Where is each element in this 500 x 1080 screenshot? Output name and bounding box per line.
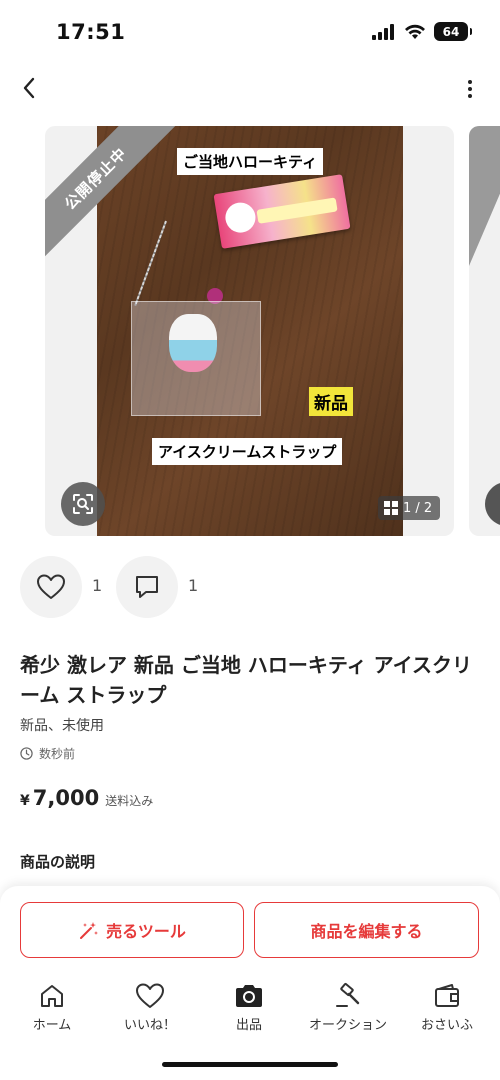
nav-bar bbox=[0, 66, 500, 110]
wifi-icon bbox=[405, 24, 425, 39]
photo-card[interactable]: ご当地ハローキティ 新品 アイスクリームストラップ 公開停止中 1 / 2 bbox=[45, 126, 454, 536]
status-bar: 17:51 64 bbox=[0, 0, 500, 60]
action-panel: 売るツール 商品を編集する ホーム いいね！ 出品 オークション おさいふ bbox=[0, 886, 500, 1080]
tab-sell[interactable]: 出品 bbox=[199, 980, 299, 1040]
shipping-note: 送料込み bbox=[105, 794, 154, 808]
image-search-icon bbox=[73, 494, 93, 514]
next-photo-card[interactable] bbox=[469, 126, 500, 536]
comment-count: 1 bbox=[188, 576, 199, 595]
back-button[interactable] bbox=[14, 72, 44, 104]
comment-button[interactable] bbox=[116, 556, 178, 618]
tab-wallet-label: おさいふ bbox=[420, 1018, 473, 1033]
image-search-button[interactable] bbox=[61, 482, 105, 526]
tab-auction-label: オークション bbox=[308, 1018, 387, 1033]
tab-likes[interactable]: いいね！ bbox=[100, 980, 200, 1040]
gavel-icon bbox=[336, 983, 360, 1007]
charm-figure bbox=[169, 314, 217, 372]
cellular-signal-icon bbox=[372, 23, 394, 40]
wallet-icon bbox=[435, 984, 459, 1007]
sell-tool-label: 売るツール bbox=[106, 922, 186, 941]
price-value: 7,000 bbox=[32, 786, 100, 810]
camera-icon bbox=[236, 985, 262, 1007]
tab-likes-label: いいね！ bbox=[123, 1018, 176, 1033]
heart-icon bbox=[136, 983, 164, 1008]
comment-icon bbox=[136, 576, 158, 598]
edit-item-label: 商品を編集する bbox=[310, 922, 423, 941]
posted-time: 数秒前 bbox=[20, 745, 75, 762]
sell-tool-button[interactable]: 売るツール bbox=[20, 902, 244, 958]
magic-wand-icon bbox=[80, 922, 99, 939]
description-heading: 商品の説明 bbox=[20, 853, 96, 871]
chevron-left-icon bbox=[23, 77, 35, 99]
home-icon bbox=[41, 985, 63, 1007]
price-row: ¥ 7,000 送料込み bbox=[20, 786, 153, 810]
battery-indicator: 64 bbox=[434, 22, 472, 41]
clock-icon bbox=[20, 747, 33, 760]
heart-icon bbox=[37, 574, 65, 599]
like-count: 1 bbox=[92, 576, 103, 595]
page-indicator: 1 / 2 bbox=[378, 496, 441, 520]
edit-item-button[interactable]: 商品を編集する bbox=[254, 902, 479, 958]
item-title: 希少 激レア 新品 ご当地 ハローキティ アイスクリーム ストラップ bbox=[20, 653, 473, 707]
item-photo[interactable]: ご当地ハローキティ 新品 アイスクリームストラップ bbox=[97, 126, 403, 536]
photo-gallery[interactable]: ご当地ハローキティ 新品 アイスクリームストラップ 公開停止中 1 / 2 bbox=[0, 126, 500, 536]
photo-caption-title: ご当地ハローキティ bbox=[177, 148, 324, 175]
status-time: 17:51 bbox=[56, 20, 126, 44]
posted-time-text: 数秒前 bbox=[39, 747, 76, 761]
tab-wallet[interactable]: おさいふ bbox=[397, 980, 497, 1040]
item-condition: 新品、未使用 bbox=[20, 718, 104, 734]
tab-home-label: ホーム bbox=[32, 1018, 72, 1033]
page-indicator-text: 1 / 2 bbox=[403, 500, 433, 516]
like-button[interactable] bbox=[20, 556, 82, 618]
tab-sell-label: 出品 bbox=[235, 1018, 262, 1033]
tab-home[interactable]: ホーム bbox=[2, 980, 102, 1040]
photo-caption-bottom: アイスクリームストラップ bbox=[152, 438, 343, 465]
tab-bar: ホーム いいね！ 出品 オークション おさいふ bbox=[0, 980, 500, 1040]
reactions: 1 1 bbox=[20, 556, 320, 618]
price-currency: ¥ bbox=[20, 793, 30, 809]
home-indicator bbox=[162, 1062, 338, 1067]
status-icons: 64 bbox=[372, 22, 472, 41]
photo-caption-new: 新品 bbox=[309, 387, 353, 416]
vertical-dots-icon bbox=[468, 80, 472, 84]
grid-icon bbox=[384, 501, 398, 515]
more-options-button[interactable] bbox=[460, 74, 480, 104]
tab-auction[interactable]: オークション bbox=[298, 980, 398, 1040]
